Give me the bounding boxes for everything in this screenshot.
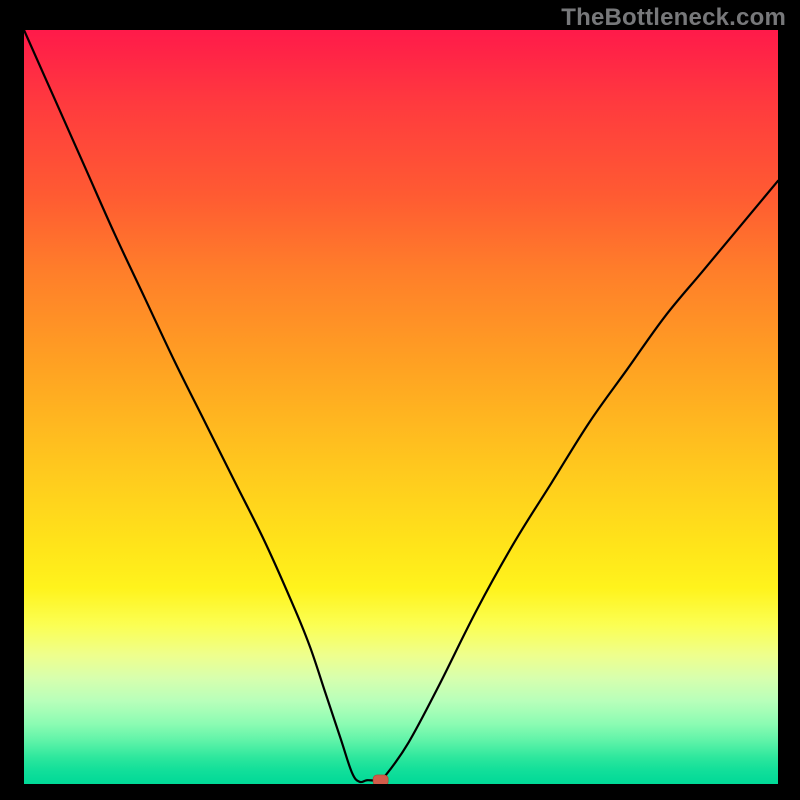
optimum-marker — [373, 775, 388, 784]
plot-svg — [24, 30, 778, 784]
bottleneck-curve — [24, 30, 778, 782]
plot-area — [24, 30, 778, 784]
watermark-text: TheBottleneck.com — [561, 4, 786, 32]
chart-container: TheBottleneck.com — [0, 0, 800, 800]
